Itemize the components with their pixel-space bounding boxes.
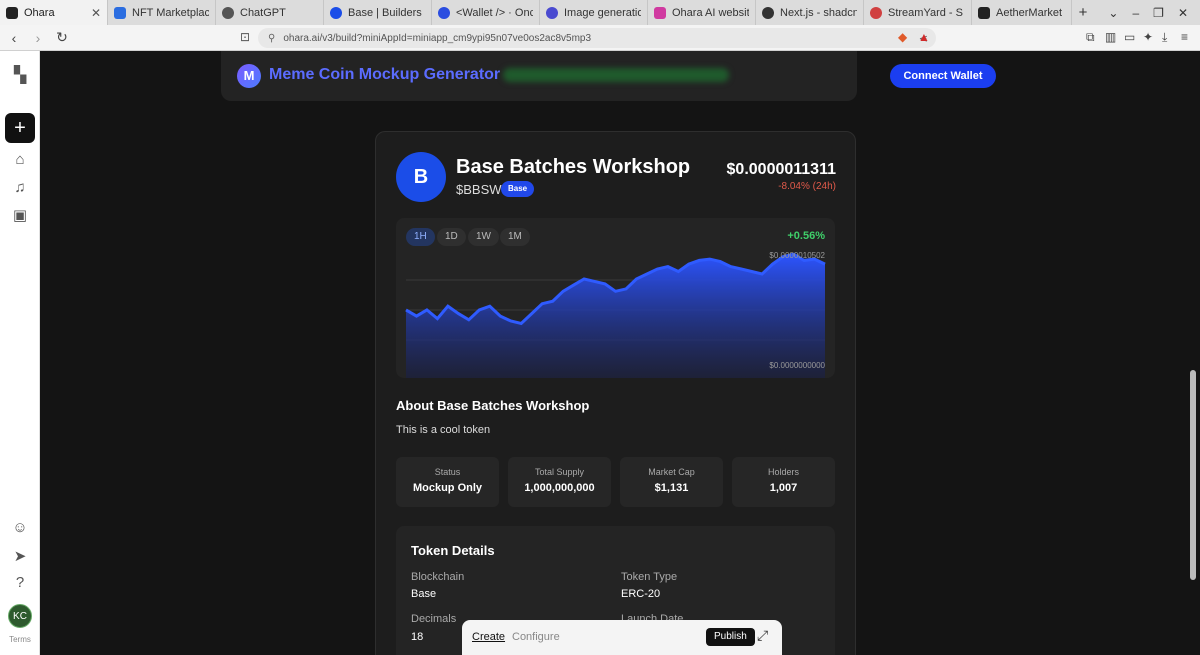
price-area-chart (405, 252, 826, 378)
tab-wallet-onchain[interactable]: <Wallet /> · Oncha (432, 0, 540, 25)
bookmark-icon[interactable]: ⊡ (240, 30, 250, 44)
forward-icon[interactable]: › (28, 30, 48, 46)
extensions-icon[interactable]: ⧉ (1086, 30, 1095, 45)
tab-nft-marketplace[interactable]: NFT Marketplace (108, 0, 216, 25)
aether-favicon-icon (978, 6, 990, 19)
about-title: About Base Batches Workshop (396, 398, 590, 413)
ohara-logo-icon[interactable]: ▚ (0, 65, 40, 85)
stat-status: Status Mockup Only (396, 457, 499, 507)
new-tab-button[interactable]: + (1072, 4, 1094, 21)
download-icon[interactable]: ⤓ (1162, 30, 1167, 45)
token-logo: B (396, 152, 446, 202)
streamyard-favicon-icon (870, 6, 882, 19)
token-type-value: ERC-20 (621, 588, 661, 600)
home-icon[interactable]: ⌂ (0, 151, 40, 168)
site-info-icon[interactable]: ⚲ (268, 33, 275, 44)
stat-market-cap: Market Cap $1,131 (620, 457, 723, 507)
app-logo: M (237, 64, 261, 88)
brave-rewards-icon[interactable]: ▲ (918, 30, 930, 44)
builder-bottom-bar: Create Configure Publish ⤢ (462, 620, 782, 655)
close-tab-icon[interactable]: ✕ (85, 6, 101, 20)
token-card: B Base Batches Workshop $BBSW Base $0.00… (375, 131, 856, 655)
menu-icon[interactable]: ≡ (1181, 30, 1188, 44)
new-app-button[interactable]: + (5, 113, 35, 143)
browser-tab-bar: Ohara ✕ NFT Marketplace ChatGPT Base | B… (0, 0, 1200, 25)
maximize-icon[interactable]: ❐ (1153, 6, 1164, 20)
connect-wallet-button[interactable]: Connect Wallet (890, 64, 996, 88)
brave-shield-icon[interactable]: ◆ (898, 30, 907, 44)
url-field[interactable]: ⚲ ohara.ai/v3/build?miniAppId=miniapp_cm… (258, 28, 936, 48)
help-icon[interactable]: ? (0, 574, 40, 591)
minimize-icon[interactable]: – (1132, 6, 1139, 20)
tab-create[interactable]: Create (472, 631, 505, 643)
token-price: $0.0000011311 (726, 161, 836, 178)
decimals-label: Decimals (411, 613, 457, 625)
nft-favicon-icon (114, 6, 126, 19)
tab-nextjs-shadcn[interactable]: Next.js - shadcn/ui (756, 0, 864, 25)
price-chart: 1H 1D 1W 1M +0.56% $0.0000010502 $0.0000… (396, 218, 835, 378)
price-change-24h: -8.04% (24h) (778, 181, 836, 192)
app-title: Meme Coin Mockup Generator (269, 66, 501, 83)
app-sidebar: ▚ + ⌂ ♫ ▣ ☺ ➤ ? KC Terms (0, 51, 40, 655)
details-title: Token Details (411, 543, 495, 558)
tab-chatgpt[interactable]: ChatGPT (216, 0, 324, 25)
wallet-icon[interactable]: ▣ (0, 206, 40, 224)
close-window-icon[interactable]: ✕ (1178, 6, 1188, 20)
nextjs-favicon-icon (762, 6, 774, 19)
tab-base-builders[interactable]: Base | Builders (324, 0, 432, 25)
page-scrollbar[interactable] (1190, 370, 1196, 580)
discord-icon[interactable]: ☺ (0, 519, 40, 536)
ohara-ai-favicon-icon (654, 6, 666, 19)
wallet-favicon-icon (438, 6, 450, 19)
tab-aethermarket[interactable]: AetherMarket | N (972, 0, 1072, 25)
token-symbol: $BBSW (456, 182, 502, 197)
address-bar: ‹ › ↻ ⊡ ⚲ ohara.ai/v3/build?miniAppId=mi… (0, 25, 1200, 51)
expand-icon[interactable]: ⤢ (757, 627, 768, 644)
token-type-label: Token Type (621, 571, 678, 583)
blurred-banner (503, 68, 729, 82)
app-preview: M Meme Coin Mockup Generator Connect Wal… (41, 51, 1200, 655)
publish-button[interactable]: Publish (706, 628, 755, 646)
stat-holders: Holders 1,007 (732, 457, 835, 507)
image-gen-favicon-icon (546, 6, 558, 19)
leo-ai-icon[interactable]: ✦ (1143, 30, 1153, 44)
telegram-icon[interactable]: ➤ (0, 547, 40, 565)
blockchain-label: Blockchain (411, 571, 465, 583)
chatgpt-favicon-icon (222, 6, 234, 19)
tab-ohara-website[interactable]: Ohara AI website (648, 0, 756, 25)
tab-streamyard[interactable]: StreamYard - S (864, 0, 972, 25)
blockchain-value: Base (411, 588, 437, 600)
terms-link[interactable]: Terms (0, 635, 40, 644)
avatar[interactable]: KC (8, 604, 32, 628)
tab-ohara[interactable]: Ohara ✕ (0, 0, 108, 25)
wallet-icon[interactable]: ▭ (1124, 30, 1135, 44)
tab-configure[interactable]: Configure (512, 631, 560, 643)
chart-max-label: $0.0000010502 (769, 251, 825, 260)
ohara-favicon-icon (6, 6, 18, 19)
window-controls: ⌄ – ❐ ✕ (1108, 6, 1200, 20)
back-icon[interactable]: ‹ (4, 30, 24, 46)
reload-icon[interactable]: ↻ (52, 29, 72, 46)
base-favicon-icon (330, 6, 342, 19)
token-name: Base Batches Workshop (456, 156, 691, 178)
chain-badge: Base (501, 181, 535, 197)
sidebar-toggle-icon[interactable]: ▥ (1105, 30, 1116, 44)
chart-min-label: $0.0000000000 (769, 361, 825, 370)
decimals-value: 18 (411, 631, 424, 643)
tab-search-icon[interactable]: ⌄ (1108, 6, 1118, 20)
tab-image-generation[interactable]: Image generation (540, 0, 648, 25)
notifications-icon[interactable]: ♫ (0, 179, 40, 196)
stat-total-supply: Total Supply 1,000,000,000 (508, 457, 611, 507)
url-text: ohara.ai/v3/build?miniAppId=miniapp_cm9y… (283, 32, 592, 44)
about-text: This is a cool token (396, 424, 491, 436)
